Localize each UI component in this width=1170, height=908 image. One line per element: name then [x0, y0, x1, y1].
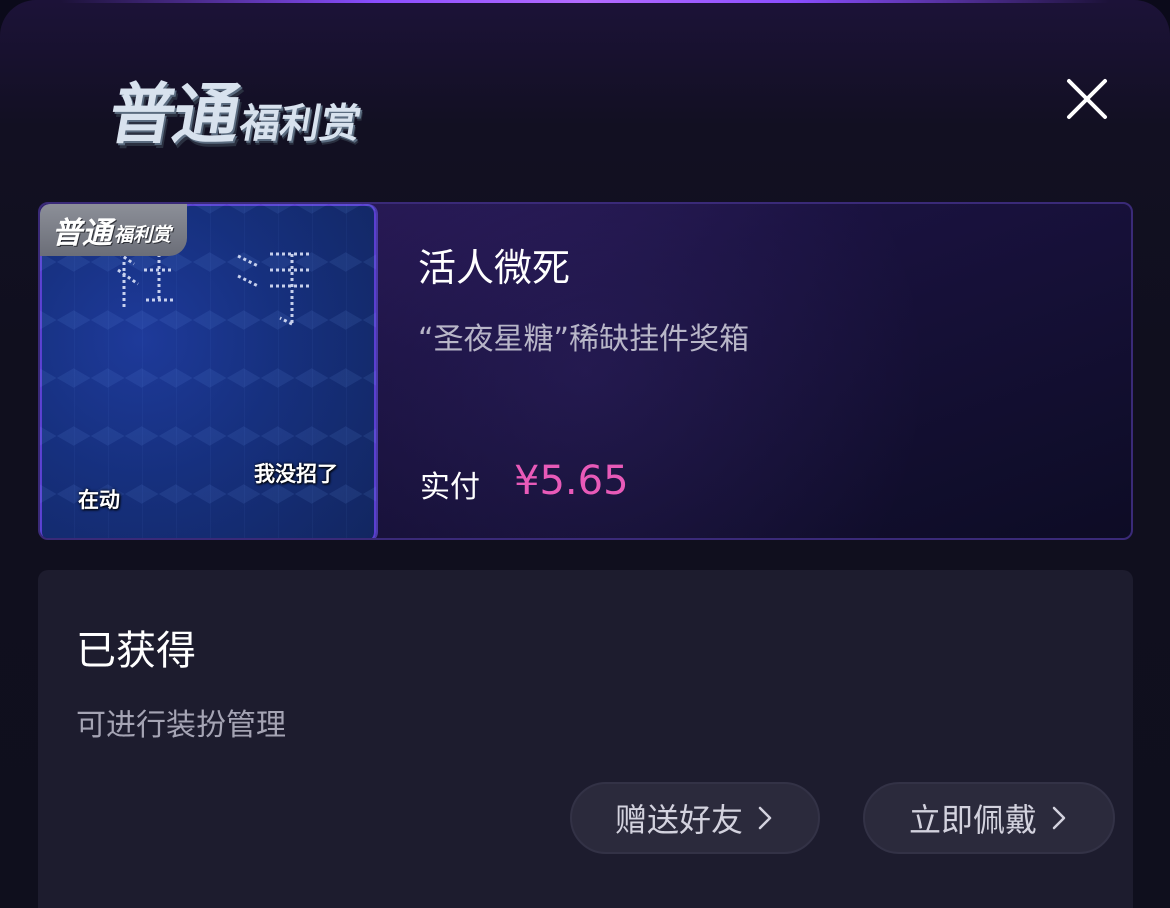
wear-now-button[interactable]: 立即佩戴: [863, 782, 1115, 854]
reward-modal: 普通 福利赏 在动 我没招了 普通 福利赏 活人微死 “圣夜星糖”稀缺挂件奖箱 …: [0, 0, 1170, 908]
status-description: 可进行装扮管理: [76, 708, 286, 743]
wear-now-label: 立即佩戴: [908, 801, 1037, 839]
gift-friend-label: 赠送好友: [614, 801, 743, 839]
item-card: 在动 我没招了 普通 福利赏 活人微死 “圣夜星糖”稀缺挂件奖箱 实付 ¥5.6…: [38, 202, 1133, 540]
tier-badge: 普通 福利赏: [40, 204, 188, 256]
close-icon: [1067, 79, 1107, 119]
chevron-right-icon: [758, 806, 772, 830]
item-title: 活人微死: [418, 246, 571, 290]
thumbnail-caption-left: 在动: [78, 488, 120, 512]
thumbnail-glyph-right: [230, 244, 320, 349]
item-subtitle: “圣夜星糖”稀缺挂件奖箱: [418, 322, 750, 357]
logo-title-big: 普通: [103, 76, 245, 153]
header-logo: 普通 福利赏: [103, 58, 372, 153]
price-value: ¥5.65: [514, 458, 629, 504]
status-panel: 已获得 可进行装扮管理 赠送好友 立即佩戴: [38, 570, 1133, 908]
tier-badge-small: 福利赏: [114, 223, 172, 246]
price-label: 实付: [420, 470, 480, 505]
close-button[interactable]: [1062, 74, 1112, 124]
tier-badge-big: 普通: [52, 216, 112, 251]
chevron-right-icon: [1052, 806, 1066, 830]
logo-title-small: 福利赏: [236, 101, 365, 147]
item-thumbnail: 在动 我没招了 普通 福利赏: [40, 204, 378, 538]
status-title: 已获得: [76, 628, 196, 674]
gift-friend-button[interactable]: 赠送好友: [570, 782, 820, 854]
thumbnail-caption-right: 我没招了: [254, 462, 338, 486]
